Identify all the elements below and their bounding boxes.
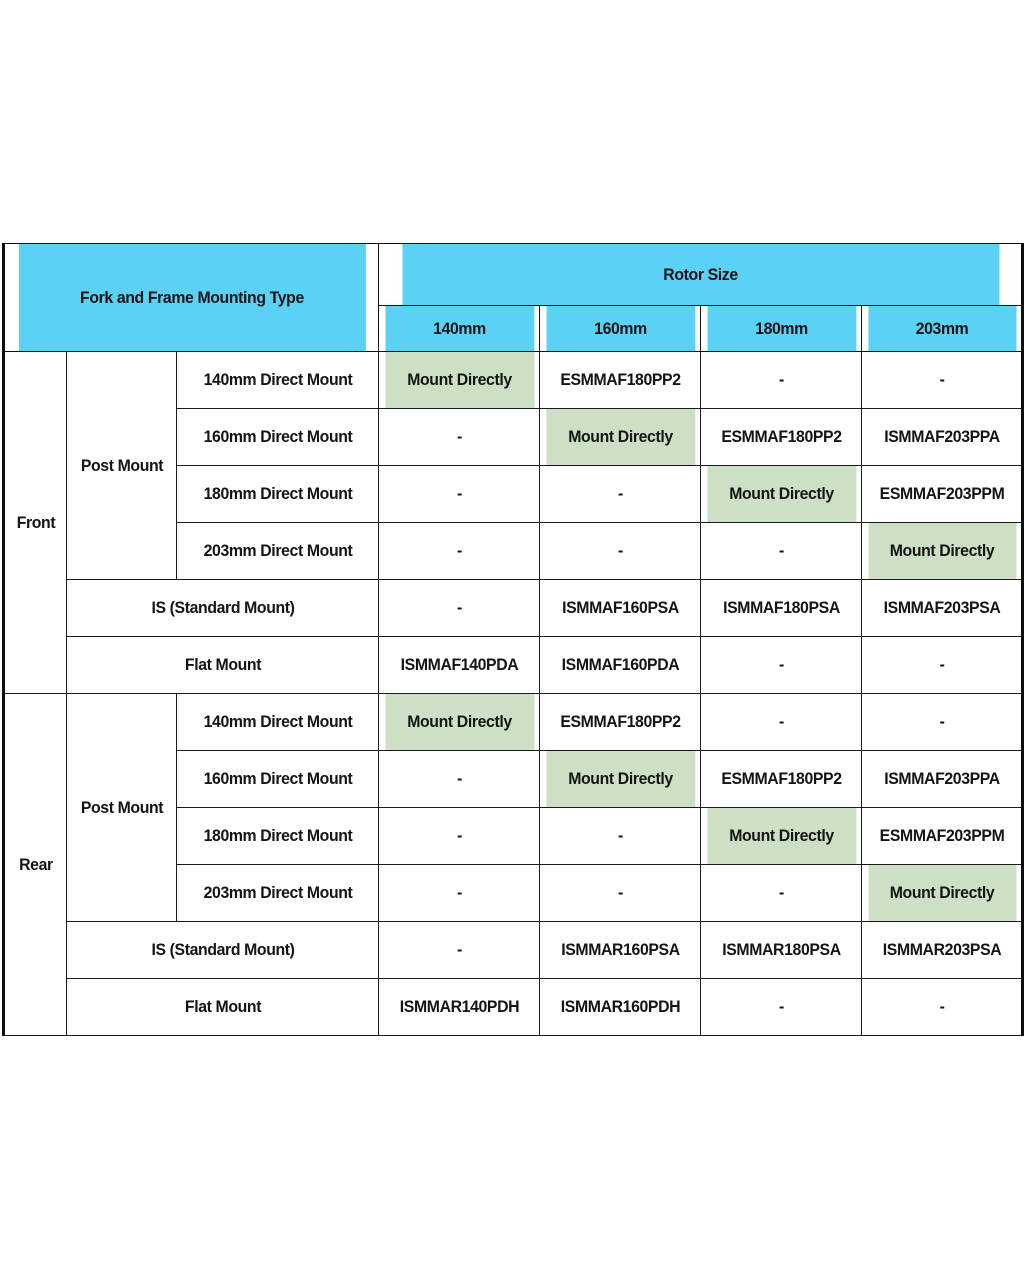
cell-empty: -	[383, 750, 535, 808]
mount-type-label: 180mm Direct Mount	[183, 465, 372, 523]
header-rotor-size: Rotor Size	[400, 243, 1002, 306]
cell-mount-directly: Mount Directly	[544, 408, 696, 466]
group-label-post-mount: Post Mount	[69, 693, 174, 922]
cell-adapter-code: ISMMAR160PSA	[544, 921, 696, 979]
cell-empty: -	[383, 522, 535, 580]
header-rotor-size-140mm: 140mm	[383, 305, 535, 352]
cell-empty: -	[866, 978, 1019, 1036]
cell-empty: -	[866, 636, 1019, 694]
cell-mount-directly: Mount Directly	[866, 522, 1019, 580]
cell-empty: -	[544, 522, 696, 580]
cell-empty: -	[383, 579, 535, 637]
mount-type-label: 140mm Direct Mount	[183, 693, 372, 751]
table-row: Front Post Mount 140mm Direct Mount Mount D…	[4, 351, 1023, 694]
cell-adapter-code: ISMMAF203PPA	[866, 408, 1019, 466]
cell-empty: -	[705, 864, 857, 922]
mount-type-label: 180mm Direct Mount	[183, 807, 372, 865]
mount-type-label: IS (Standard Mount)	[76, 579, 369, 637]
table-row: IS (Standard Mount) - ISMMAR160PSA ISMMAR18…	[4, 921, 1023, 979]
cell-empty: -	[383, 864, 535, 922]
cell-empty: -	[705, 351, 857, 409]
cell-adapter-code: ISMMAR160PDH	[544, 978, 696, 1036]
page-canvas: Fork and Frame Mounting Type Rotor Size 14…	[0, 0, 1024, 1280]
mount-type-label: 160mm Direct Mount	[183, 408, 372, 466]
cell-empty: -	[705, 693, 857, 751]
mount-type-label: 203mm Direct Mount	[183, 522, 372, 580]
table-row: Rear Post Mount 140mm Direct Mount Mount Di…	[4, 693, 1023, 1036]
cell-mount-directly: Mount Directly	[383, 693, 535, 751]
cell-adapter-code: ISMMAF203PPA	[866, 750, 1019, 808]
cell-empty: -	[705, 978, 857, 1036]
cell-empty: -	[705, 522, 857, 580]
cell-mount-directly: Mount Directly	[705, 807, 857, 865]
header-fork-frame-mounting-type: Fork and Frame Mounting Type	[15, 243, 366, 352]
cell-empty: -	[866, 351, 1019, 409]
cell-mount-directly: Mount Directly	[544, 750, 696, 808]
cell-adapter-code: ESMMAF180PP2	[705, 408, 857, 466]
header-rotor-size-203mm: 203mm	[866, 305, 1019, 352]
mount-type-label: IS (Standard Mount)	[76, 921, 369, 979]
cell-empty: -	[383, 465, 535, 523]
cell-adapter-code: ISMMAR140PDH	[383, 978, 535, 1036]
side-label-front: Front	[4, 351, 65, 694]
cell-adapter-code: ESMMAF180PP2	[544, 351, 696, 409]
cell-adapter-code: ISMMAF140PDA	[383, 636, 535, 694]
cell-adapter-code: ISMMAF203PSA	[866, 579, 1019, 637]
cell-adapter-code: ISMMAF160PSA	[544, 579, 696, 637]
header-rotor-size-180mm: 180mm	[705, 305, 857, 352]
cell-adapter-code: ESMMAF203PPM	[866, 465, 1019, 523]
mount-type-label: 140mm Direct Mount	[183, 351, 372, 409]
table-row: Flat Mount ISMMAR140PDH ISMMAR160PDH - -	[4, 978, 1023, 1036]
mounting-compatibility-table: Fork and Frame Mounting Type Rotor Size 14…	[2, 243, 1024, 1036]
cell-empty: -	[544, 807, 696, 865]
table-row: Flat Mount ISMMAF140PDA ISMMAF160PDA - -	[4, 636, 1023, 694]
cell-empty: -	[705, 636, 857, 694]
cell-adapter-code: ESMMAF180PP2	[544, 693, 696, 751]
side-label-rear: Rear	[4, 693, 65, 1036]
header-rotor-size-160mm: 160mm	[544, 305, 696, 352]
mounting-compatibility-table-wrapper: Fork and Frame Mounting Type Rotor Size 14…	[2, 243, 1024, 1036]
cell-adapter-code: ISMMAF180PSA	[705, 579, 857, 637]
cell-empty: -	[383, 807, 535, 865]
cell-empty: -	[544, 465, 696, 523]
cell-empty: -	[383, 921, 535, 979]
cell-adapter-code: ESMMAF203PPM	[866, 807, 1019, 865]
cell-adapter-code: ISMMAR180PSA	[705, 921, 857, 979]
table-row: IS (Standard Mount) - ISMMAF160PSA ISMMAF18…	[4, 579, 1023, 637]
header-row-main: Fork and Frame Mounting Type Rotor Size	[4, 243, 1023, 352]
mount-type-label: Flat Mount	[76, 978, 369, 1036]
cell-adapter-code: ESMMAF180PP2	[705, 750, 857, 808]
cell-empty: -	[544, 864, 696, 922]
mount-type-label: Flat Mount	[76, 636, 369, 694]
cell-mount-directly: Mount Directly	[383, 351, 535, 409]
group-label-post-mount: Post Mount	[69, 351, 174, 580]
cell-mount-directly: Mount Directly	[705, 465, 857, 523]
mount-type-label: 203mm Direct Mount	[183, 864, 372, 922]
cell-mount-directly: Mount Directly	[866, 864, 1019, 922]
mount-type-label: 160mm Direct Mount	[183, 750, 372, 808]
cell-adapter-code: ISMMAR203PSA	[866, 921, 1019, 979]
cell-empty: -	[866, 693, 1019, 751]
cell-adapter-code: ISMMAF160PDA	[544, 636, 696, 694]
cell-empty: -	[383, 408, 535, 466]
